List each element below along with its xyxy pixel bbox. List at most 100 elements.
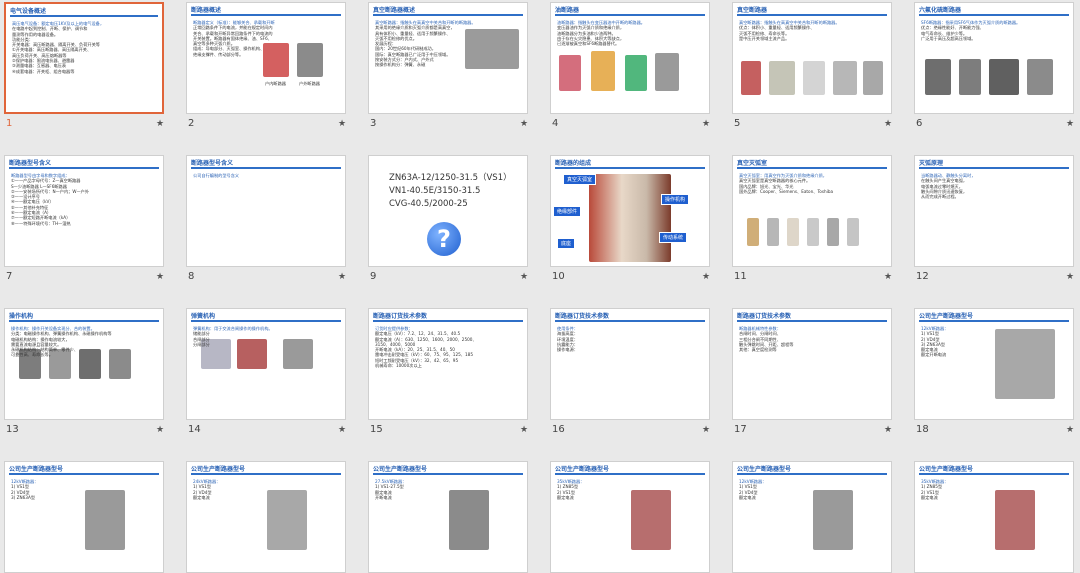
slide-body-text: 高压电气设备：额定电压1KV及以上的电气设备， 在电路中起到控制、开断、保护、调节… — [12, 21, 105, 74]
title-underline — [919, 320, 1069, 322]
star-icon[interactable]: ★ — [702, 425, 710, 435]
slide-thumbnail-24[interactable]: 公司生产断路器型号 35kV断路器： 1) ZN85型 2) VS1型 额定电流 — [914, 461, 1074, 573]
slide-body-text: 断路器机械特性参数： 合闸时间、分闸时间、 三相分合闸不同期性、 触头弹跳时间、开距、… — [739, 326, 794, 353]
slide-number: 8 — [188, 271, 195, 282]
star-icon[interactable]: ★ — [338, 272, 346, 282]
slide-thumbnail-13[interactable]: 操作机构操作机构：操作开关设备实现分、合的装置。 分类：电磁操作机构、弹簧操作机构… — [4, 308, 164, 420]
star-icon[interactable]: ★ — [884, 425, 892, 435]
slide-number: 4 — [552, 118, 559, 129]
star-icon[interactable]: ★ — [1066, 119, 1074, 129]
slide-thumbnail-19[interactable]: 公司生产断路器型号 12kV断路器： 1) VS1型 2) VD4型 3) ZN63A型 — [4, 461, 164, 573]
slide-thumbnail-6[interactable]: 六氟化硫断路器 SF6断路器：指采用SF6气体作为灭弧介质的断路器。 优点：绝缘性能… — [914, 2, 1074, 114]
slide-body-text: 操作机构：操作开关设备实现分、合的装置。 分类：电磁操作机构、弹簧操作机构、永磁操… — [11, 326, 112, 358]
title-underline — [919, 167, 1069, 169]
slide-thumbnail-4[interactable]: 油断路器 油断路器：指触头在变压器油中开断的断路器。 变压器油作为灭弧介质和绝缘介质… — [550, 2, 710, 114]
slide-thumbnail-10[interactable]: 断路器的组成 真空灭弧室 绝缘部件 操作机构 底座 传动系统 — [550, 155, 710, 267]
slide-title: 断路器订货技术参数 — [737, 313, 792, 320]
slide-title: 公司生产断路器型号 — [191, 466, 246, 473]
image-caption: 户内断路器 — [265, 81, 286, 86]
slide-thumbnail-22[interactable]: 公司生产断路器型号 35kV断路器： 1) ZN85型 2) VS1型 额定电流 — [550, 461, 710, 573]
slide-body-text: 27.5kV断路器： 1) VS1-27.5型 额定电流 开断电流 — [375, 479, 407, 500]
slide-thumbnail-17[interactable]: 断路器订货技术参数断路器机械特性参数： 合闸时间、分闸时间、 三相分合闸不同期性、触… — [732, 308, 892, 420]
question-mark-icon: ? — [427, 222, 461, 256]
slide-number: 2 — [188, 118, 195, 129]
equipment-image — [741, 61, 761, 95]
equipment-image — [833, 61, 857, 95]
slide-body-text: 35kV断路器： 1) ZN85型 2) VS1型 额定电流 — [557, 479, 585, 500]
slide-title: 操作机构 — [9, 313, 34, 320]
slide-body-text: 订货时应提供参数： 额定电压（kV）：7.2、12、24、31.5、40.5 额定电… — [375, 326, 477, 369]
slide-thumbnail-21[interactable]: 公司生产断路器型号 27.5kV断路器： 1) VS1-27.5型 额定电流 开断电流 — [368, 461, 528, 573]
slide-title: 公司生产断路器型号 — [373, 466, 428, 473]
title-underline — [191, 167, 341, 169]
slide-title: 断路器的组成 — [555, 160, 592, 167]
title-underline — [373, 473, 523, 475]
slide-thumbnail-5[interactable]: 真空断路器 真空断路器：指触头在高真空中关合和开断的断路器。 优点：体积小、重量轻、… — [732, 2, 892, 114]
slide-number: 9 — [370, 271, 377, 282]
star-icon[interactable]: ★ — [1066, 272, 1074, 282]
slide-thumbnail-16[interactable]: 断路器订货技术参数 使用条件： 海拔高度： 环境温度： 抗震能力： 操作电源： — [550, 308, 710, 420]
slide-thumbnail-7[interactable]: 断路器型号含义 断路器型号由字母和数字组成： ①——产品字母代号：Z—真空断路器 S—… — [4, 155, 164, 267]
slide-thumbnail-14[interactable]: 弹簧机构 弹簧机构：用于交流合闸操作的操作机构。 储能部分 合闸部分 分闸部分 — [186, 308, 346, 420]
model-line: ZN63A-12/1250-31.5（VS1） — [389, 173, 512, 183]
title-underline — [555, 14, 705, 16]
star-icon[interactable]: ★ — [520, 425, 528, 435]
title-underline — [737, 167, 887, 169]
star-icon[interactable]: ★ — [338, 119, 346, 129]
star-icon[interactable]: ★ — [520, 272, 528, 282]
slide-number: 11 — [734, 271, 747, 282]
equipment-image — [655, 53, 679, 91]
title-underline — [191, 473, 341, 475]
title-underline — [373, 320, 523, 322]
title-underline — [555, 167, 705, 169]
title-underline — [919, 14, 1069, 16]
star-icon[interactable]: ★ — [884, 272, 892, 282]
equipment-image — [847, 218, 859, 246]
slide-thumbnail-8[interactable]: 断路器型号含义 公司自行编制的型号含义 — [186, 155, 346, 267]
star-icon[interactable]: ★ — [702, 119, 710, 129]
title-underline — [9, 320, 159, 322]
image-caption: 户外断路器 — [299, 81, 320, 86]
star-icon[interactable]: ★ — [156, 119, 164, 129]
slide-thumbnail-15[interactable]: 断路器订货技术参数订货时应提供参数： 额定电压（kV）：7.2、12、24、31.… — [368, 308, 528, 420]
slide-number: 15 — [370, 424, 383, 435]
slide-body-text: 油断路器：指触头在变压器油中开断的断路器。 变压器油作为灭弧介质和绝缘介质， 油断路… — [557, 20, 645, 47]
slide-body-text: 弹簧机构：用于交流合闸操作的操作机构。 储能部分 合闸部分 分闸部分 — [193, 326, 273, 347]
component-label: 真空灭弧室 — [563, 174, 597, 185]
star-icon[interactable]: ★ — [520, 119, 528, 129]
slide-thumbnail-18[interactable]: 公司生产断路器型号 12kV断路器： 1) VS1型 2) VD4型 3) ZN63A型… — [914, 308, 1074, 420]
title-underline — [555, 473, 705, 475]
slide-number: 6 — [916, 118, 923, 129]
slide-thumbnail-23[interactable]: 公司生产断路器型号 12kV断路器： 1) VS1型 2) VD4型 额定电流 — [732, 461, 892, 573]
star-icon[interactable]: ★ — [156, 272, 164, 282]
slide-title: 电气设备概述 — [10, 8, 47, 15]
slide-title: 断路器订货技术参数 — [373, 313, 428, 320]
slide-thumbnail-9[interactable]: ZN63A-12/1250-31.5（VS1） VN1-40.5E/3150-31… — [368, 155, 528, 267]
slide-thumbnail-2[interactable]: 断路器概述户内断路器 户外断路器 断路器定义（标准）：能够关合、承载和开断 正常回路条… — [186, 2, 346, 114]
slide-thumbnail-1[interactable]: 电气设备概述高压电气设备：额定电压1KV及以上的电气设备， 在电路中起到控制、开断… — [4, 2, 164, 114]
star-icon[interactable]: ★ — [338, 425, 346, 435]
equipment-image — [863, 61, 883, 95]
slide-thumbnail-11[interactable]: 真空灭弧室 真空灭弧室：用真空作为灭弧介质和绝缘介质， 真空灭弧室是真空断路器的核心… — [732, 155, 892, 267]
slide-title: 六氟化硫断路器 — [919, 7, 962, 14]
title-underline — [737, 473, 887, 475]
equipment-image — [989, 59, 1019, 95]
slide-number: 3 — [370, 118, 377, 129]
slide-title: 公司生产断路器型号 — [9, 466, 64, 473]
slide-thumbnail-12[interactable]: 灭弧原理 当断路器动、静触头分离时， 在触头间产生真空电弧， 电弧电流过零时熄灭， 触头… — [914, 155, 1074, 267]
slide-title: 公司生产断路器型号 — [555, 466, 610, 473]
slide-body-text: 断路器定义（标准）：能够关合、承载和开断 正常回路条件下的电流，并能在规定时间内关… — [193, 20, 275, 57]
slide-thumbnail-20[interactable]: 公司生产断路器型号 24kV断路器： 1) VS1型 2) VD4型 额定电流 — [186, 461, 346, 573]
equipment-image — [625, 55, 647, 91]
slide-number: 13 — [6, 424, 19, 435]
slide-number: 1 — [6, 118, 13, 129]
title-underline — [9, 473, 159, 475]
star-icon[interactable]: ★ — [1066, 425, 1074, 435]
slide-title: 断路器概述 — [191, 7, 222, 14]
slide-body-text: 真空断路器：指触头在高真空中关合和开断的断路器。 优点：体积小、重量轻、适用频繁操… — [739, 20, 840, 41]
star-icon[interactable]: ★ — [156, 425, 164, 435]
slide-title: 断路器型号含义 — [9, 160, 52, 167]
star-icon[interactable]: ★ — [702, 272, 710, 282]
star-icon[interactable]: ★ — [884, 119, 892, 129]
slide-thumbnail-3[interactable]: 真空断路器概述 真空断路器：指触头在高真空中关合和开断的断路器。 其采用的绝缘介质和… — [368, 2, 528, 114]
